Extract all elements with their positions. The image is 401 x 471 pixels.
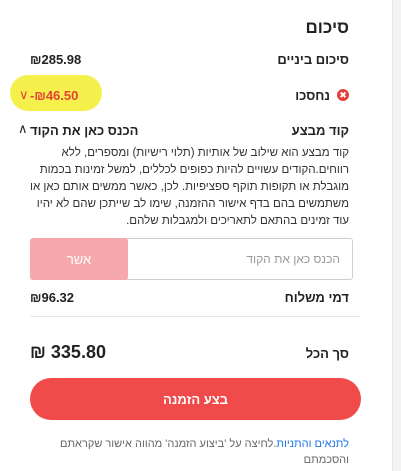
terms-link[interactable]: לתנאים והתניות bbox=[276, 438, 349, 450]
coupon-description: קוד מבצע הוא שילוב של אותיות (תלוי רישיו… bbox=[30, 147, 349, 227]
coupon-input[interactable] bbox=[122, 238, 353, 280]
coupon-label: קוד מבצע bbox=[291, 123, 349, 138]
savings-close-icon: ✖ bbox=[337, 89, 349, 101]
savings-value[interactable]: -₪46.50 bbox=[30, 88, 78, 103]
shipping-value: ₪96.32 bbox=[30, 290, 75, 305]
divider bbox=[30, 316, 360, 317]
shipping-label: דמי משלוח bbox=[284, 290, 349, 305]
apply-coupon-button[interactable]: אשר bbox=[30, 238, 128, 280]
order-summary-panel: סיכום סיכום ביניים ₪285.98 ✖ נחסכו ∨ -₪4… bbox=[0, 0, 393, 471]
coupon-chevron-up-icon[interactable]: ∧ bbox=[18, 121, 28, 137]
summary-title: סיכום bbox=[305, 18, 349, 37]
place-order-button[interactable]: בצע הזמנה bbox=[30, 378, 361, 420]
total-label: סך הכל bbox=[305, 346, 349, 361]
coupon-toggle[interactable]: הכנס כאן את הקוד bbox=[30, 123, 138, 138]
panel-edge bbox=[392, 0, 401, 471]
subtotal-label: סיכום ביניים bbox=[277, 52, 349, 67]
total-value: ₪ 335.80 bbox=[30, 342, 106, 362]
subtotal-value: ₪285.98 bbox=[30, 52, 82, 67]
savings-label: נחסכו bbox=[295, 88, 330, 103]
savings-chevron-down-icon[interactable]: ∨ bbox=[19, 87, 29, 103]
terms-notice: לתנאים והתניות.לחיצה על 'ביצוע הזמנה' מה… bbox=[19, 436, 349, 468]
